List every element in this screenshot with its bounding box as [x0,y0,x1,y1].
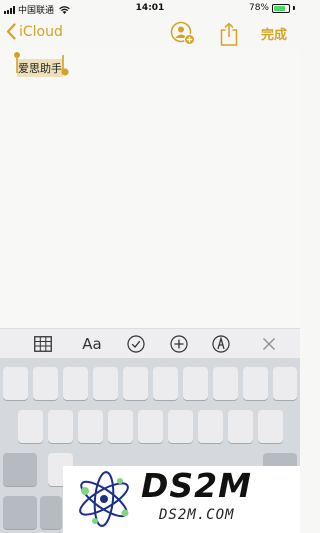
keyboard-key[interactable] [3,367,28,400]
keyboard-key[interactable] [78,410,103,443]
add-icon [170,335,188,353]
keyboard-key[interactable] [63,367,88,400]
table-button[interactable] [33,334,53,354]
ds2m-logo [79,471,129,527]
keyboard-key[interactable] [153,367,178,400]
markup-icon [212,335,230,353]
watermark-url: DS2M.COM [159,507,235,523]
note-text-selection[interactable]: 爱思助手 [14,52,69,77]
selection-end-handle[interactable] [61,55,69,77]
close-icon [263,338,275,350]
watermark-title: DS2M [141,466,252,505]
numbers-key[interactable] [3,496,37,529]
keyboard-key[interactable] [18,410,43,443]
note-editor[interactable]: 爱思助手 [0,50,300,328]
keyboard-key[interactable] [183,367,208,400]
keyboard-key[interactable] [93,367,118,400]
battery-icon [272,3,290,13]
text-format-button[interactable]: Aa [79,334,105,354]
shift-key[interactable] [3,453,37,486]
battery-percent: 78% [248,3,269,13]
format-toolbar: Aa [0,328,300,358]
note-text[interactable]: 爱思助手 [17,59,63,77]
add-people-button[interactable] [170,21,196,47]
keyboard-key[interactable] [198,410,223,443]
keyboard-key[interactable] [213,367,238,400]
share-icon[interactable] [218,21,240,47]
back-label: iCloud [19,23,63,40]
keyboard-key[interactable] [48,410,73,443]
keyboard-key[interactable] [273,367,297,400]
keyboard-key[interactable] [108,410,133,443]
nav-bar: iCloud 完成 [0,18,300,50]
watermark: DS2M DS2M.COM [63,466,300,533]
status-right: 78% [249,3,295,13]
close-keyboard-button[interactable] [259,334,279,354]
keyboard-key[interactable] [168,410,193,443]
keyboard-key[interactable] [228,410,253,443]
battery-cap [293,6,295,10]
selection-start-handle[interactable] [14,52,20,74]
keyboard-key[interactable] [243,367,268,400]
chevron-left-icon [6,23,16,40]
checklist-icon [127,335,145,353]
keyboard-key[interactable] [138,410,163,443]
markup-button[interactable] [210,334,232,354]
keyboard-key[interactable] [258,410,283,443]
add-button[interactable] [169,334,189,354]
keyboard-key[interactable] [123,367,148,400]
battery-fill [274,5,285,11]
globe-key[interactable] [40,496,62,529]
keyboard-key[interactable] [33,367,58,400]
checklist-button[interactable] [126,334,146,354]
table-icon [34,336,52,352]
done-button[interactable]: 完成 [261,24,287,43]
status-bar: 中国联通 14:01 78% [0,0,300,18]
back-button[interactable]: iCloud [6,23,63,40]
